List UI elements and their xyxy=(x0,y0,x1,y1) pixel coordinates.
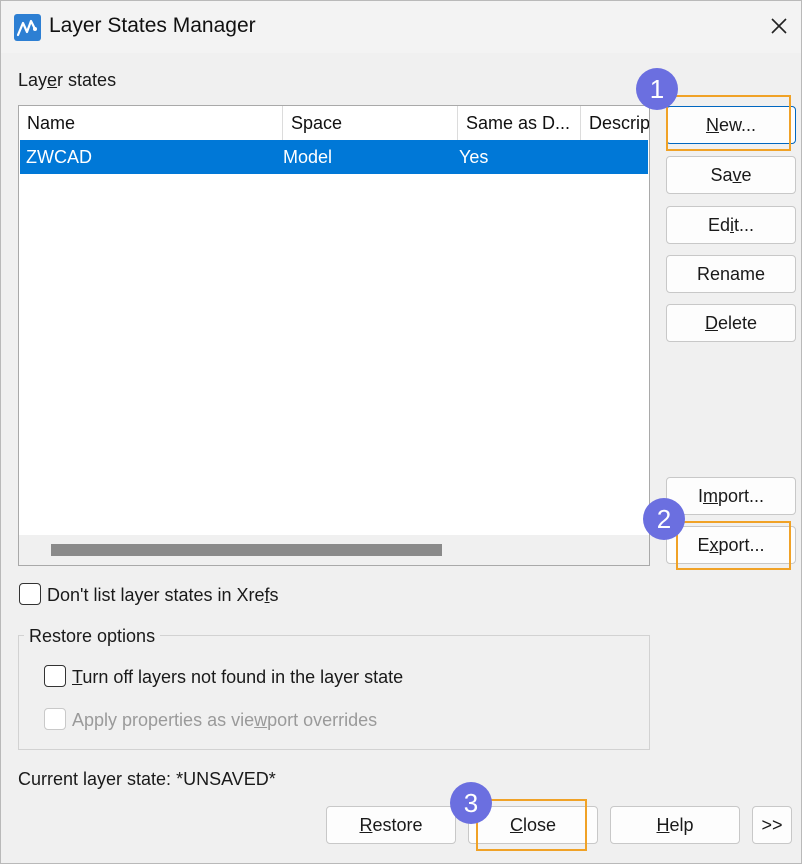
dont-list-xrefs-checkbox[interactable] xyxy=(19,583,41,605)
export-button[interactable]: Export... xyxy=(666,526,796,564)
edit-button[interactable]: Edit... xyxy=(666,206,796,244)
restore-options-title: Restore options xyxy=(24,626,161,647)
viewport-overrides-label: Apply properties as viewport overrides xyxy=(72,710,378,730)
dont-list-xrefs-label[interactable]: Don't list layer states in Xrefs xyxy=(47,585,279,606)
help-button[interactable]: Help xyxy=(610,806,740,844)
zwcad-app-icon xyxy=(14,14,41,41)
current-layer-state-value: *UNSAVED* xyxy=(176,769,276,789)
turn-off-layers-label[interactable]: Turn off layers not found in the layer s… xyxy=(72,667,403,688)
import-button[interactable]: Import... xyxy=(666,477,796,515)
horizontal-scrollbar[interactable] xyxy=(19,535,649,565)
layer-states-list[interactable]: Name Space Same as D... Descrip ZWCAD Mo… xyxy=(18,105,650,566)
scrollbar-thumb[interactable] xyxy=(51,544,442,556)
column-header-same-as-dwg[interactable]: Same as D... xyxy=(458,106,581,140)
rename-button[interactable]: Rename xyxy=(666,255,796,293)
column-header-name[interactable]: Name xyxy=(19,106,283,140)
table-row[interactable]: ZWCAD Model Yes xyxy=(20,140,648,174)
restore-options-group xyxy=(18,635,650,750)
save-button[interactable]: Save xyxy=(666,156,796,194)
close-icon[interactable] xyxy=(765,12,793,40)
title-bar: Layer States Manager xyxy=(1,1,801,53)
more-options-button[interactable]: >> xyxy=(752,806,792,844)
cell-name: ZWCAD xyxy=(26,147,92,167)
delete-button[interactable]: Delete xyxy=(666,304,796,342)
cell-space: Model xyxy=(283,147,333,167)
restore-button[interactable]: Restore xyxy=(326,806,456,844)
column-header-space[interactable]: Space xyxy=(283,106,458,140)
layer-states-manager-dialog: Layer States Manager Layer states Name S… xyxy=(0,0,802,864)
window-title: Layer States Manager xyxy=(49,14,256,37)
layer-states-label: Layer states xyxy=(18,70,117,90)
callout-badge-1: 1 xyxy=(636,68,678,110)
cell-same-as-dwg: Yes xyxy=(459,147,489,167)
column-header-description[interactable]: Descrip xyxy=(581,106,649,140)
close-button[interactable]: Close xyxy=(468,806,598,844)
turn-off-layers-checkbox[interactable] xyxy=(44,665,66,687)
current-layer-state: Current layer state: *UNSAVED* xyxy=(18,769,276,789)
viewport-overrides-checkbox xyxy=(44,708,66,730)
new-button[interactable]: New... xyxy=(666,106,796,144)
